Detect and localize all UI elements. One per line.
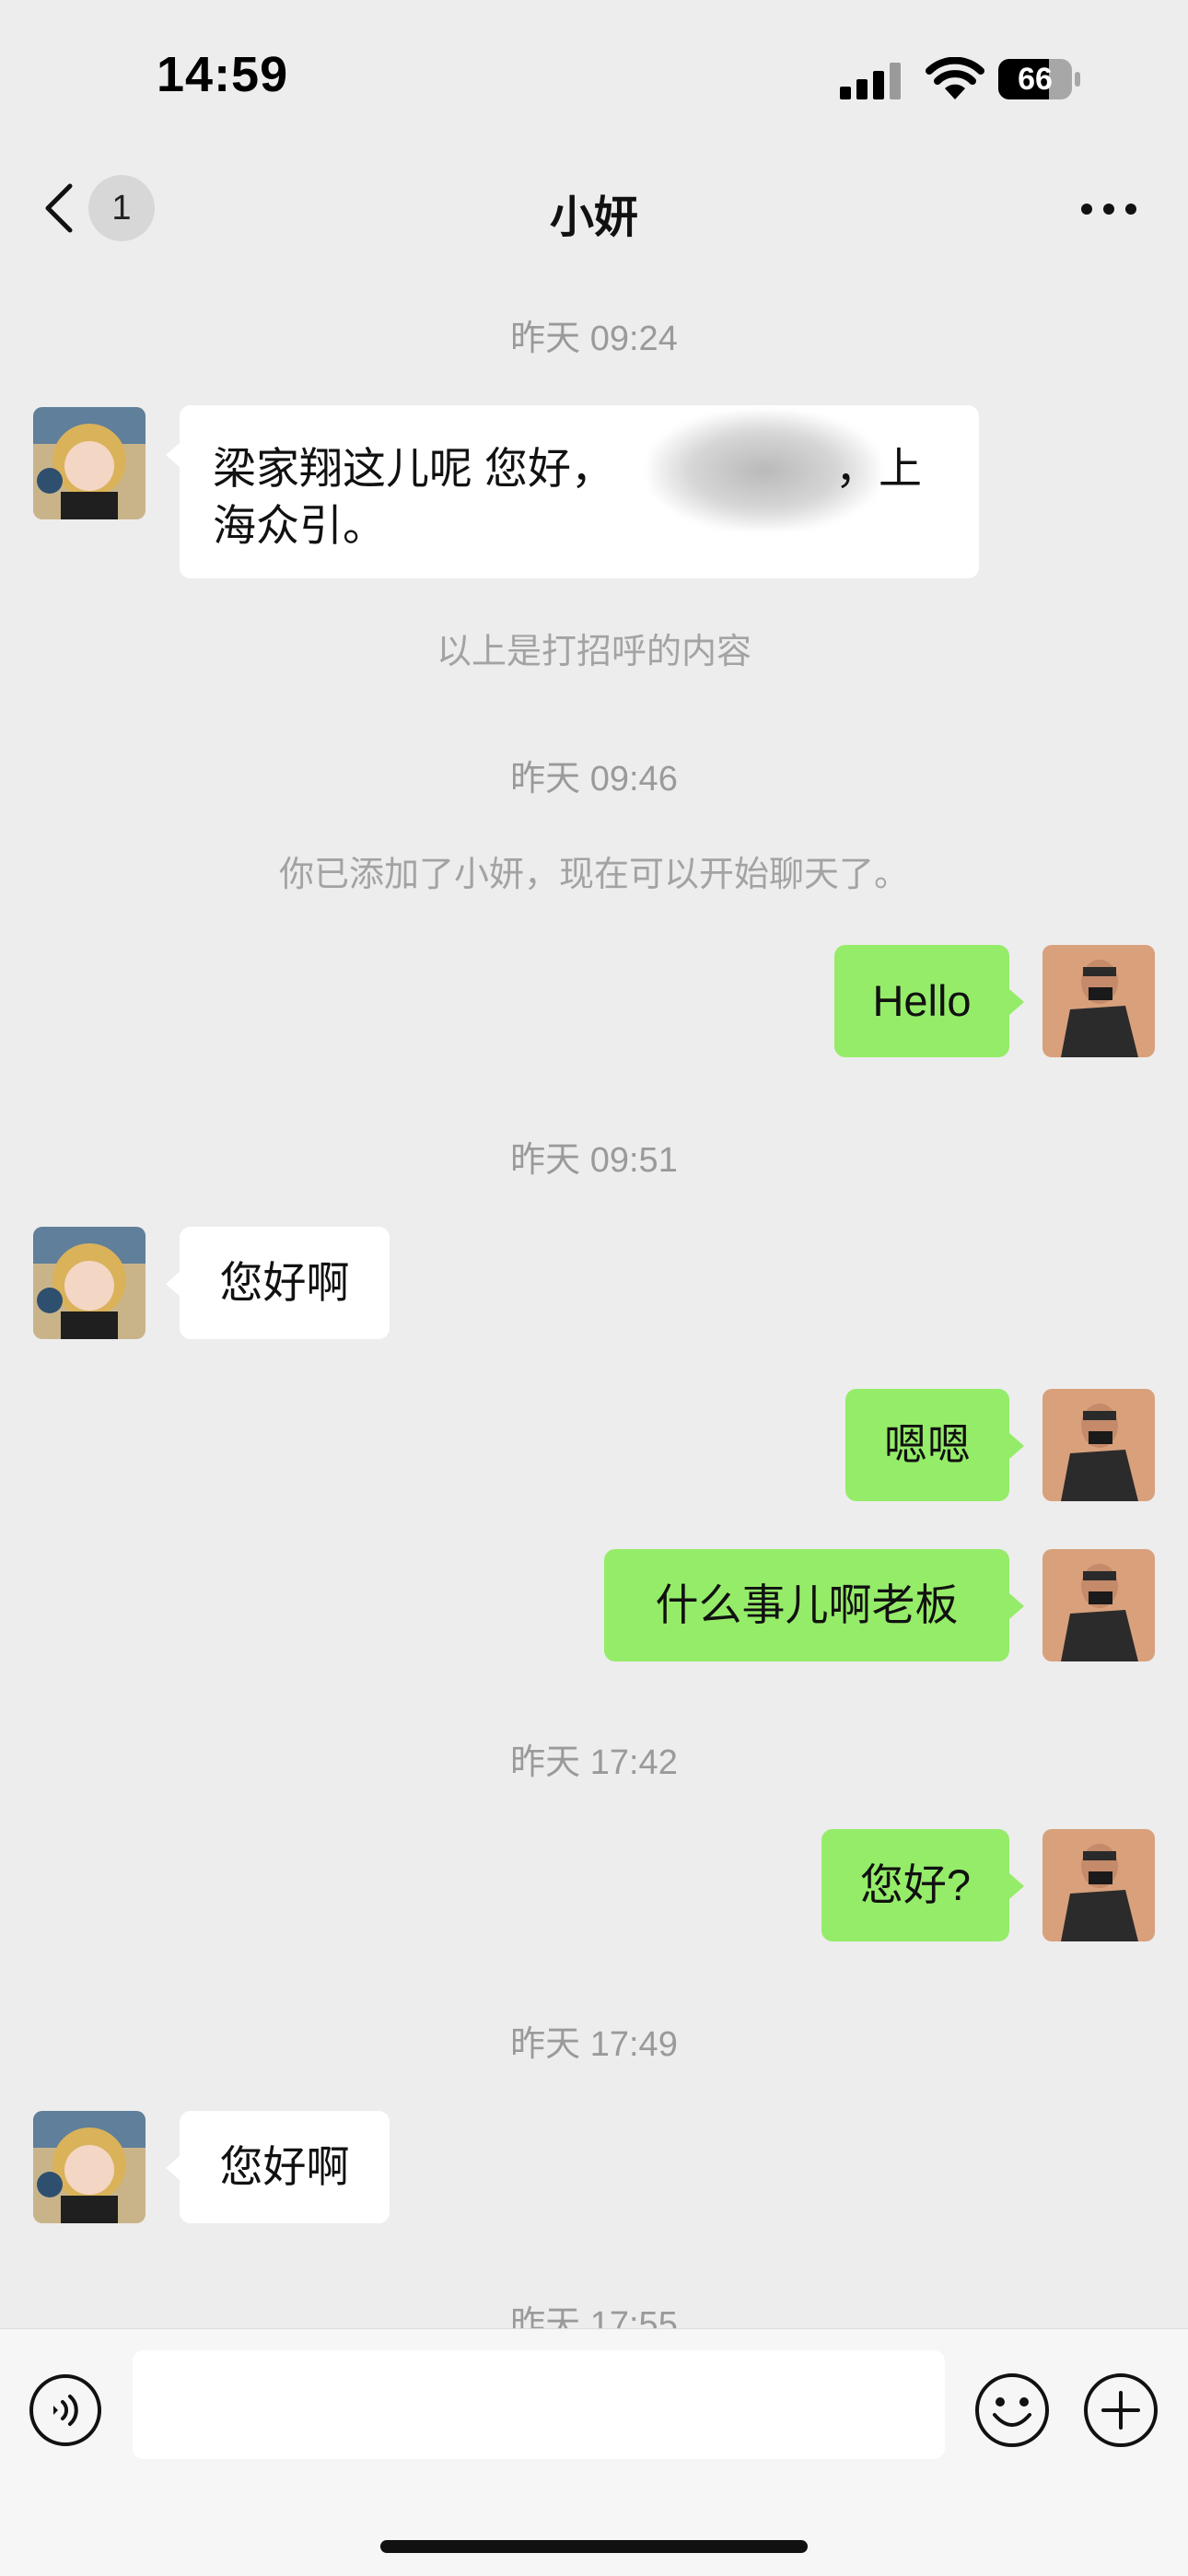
message-text: 海众引。 — [213, 501, 386, 550]
plus-icon[interactable] — [1081, 2371, 1160, 2450]
message-text: 嗯嗯 — [884, 1420, 971, 1469]
chat-title: 小妍 — [549, 193, 638, 242]
emoji-icon[interactable] — [973, 2371, 1052, 2450]
contact-avatar-image — [33, 407, 146, 519]
incoming-message-bubble[interactable]: 您好啊 — [180, 1227, 390, 1339]
my-avatar-image — [1042, 1389, 1155, 1501]
bubble-tail — [166, 1271, 181, 1297]
battery-indicator: 66 — [998, 57, 1081, 101]
bubble-tail — [166, 442, 181, 468]
message-text: 您好? — [859, 1860, 972, 1909]
wifi-icon — [926, 57, 984, 99]
contact-avatar[interactable] — [33, 1227, 146, 1339]
my-avatar[interactable] — [1042, 1389, 1155, 1501]
outgoing-message-bubble[interactable]: 嗯嗯 — [845, 1389, 1009, 1501]
incoming-message-bubble[interactable]: 梁家翔这儿呢 您好， ，上 海众引。 — [180, 405, 979, 578]
outgoing-message-bubble[interactable]: 什么事儿啊老板 — [604, 1549, 1009, 1661]
system-notice: 以上是打招呼的内容 — [436, 633, 751, 671]
message-text: ，上 — [835, 444, 922, 493]
my-avatar[interactable] — [1042, 1549, 1155, 1661]
cellular-signal-icon — [840, 63, 901, 99]
message-text: 梁家翔这儿呢 您好， — [213, 444, 615, 493]
outgoing-message-bubble[interactable]: Hello — [834, 945, 1009, 1057]
home-indicator — [380, 2540, 808, 2553]
bubble-tail — [1009, 1873, 1024, 1899]
chat-messages[interactable]: 昨天 09:24 梁家翔这儿呢 您好， ，上 海众引。 以上是打招呼的内容 昨天… — [0, 276, 1188, 2328]
incoming-message-bubble[interactable]: 您好啊 — [180, 2111, 390, 2223]
contact-avatar-image — [33, 1227, 146, 1339]
contact-avatar[interactable] — [33, 407, 146, 519]
message-text: 您好啊 — [219, 1258, 350, 1307]
contact-avatar[interactable] — [33, 2111, 146, 2223]
my-avatar[interactable] — [1042, 1829, 1155, 1941]
my-avatar-image — [1042, 945, 1155, 1057]
message-text: 您好啊 — [219, 2142, 350, 2191]
timestamp: 昨天 17:42 — [510, 1743, 678, 1782]
message-input[interactable] — [133, 2350, 945, 2459]
contact-avatar-image — [33, 2111, 146, 2223]
my-avatar[interactable] — [1042, 945, 1155, 1057]
message-text: 什么事儿啊老板 — [655, 1580, 959, 1629]
timestamp: 昨天 09:46 — [510, 760, 678, 798]
timestamp: 昨天 09:24 — [510, 320, 678, 358]
system-notice: 你已添加了小妍，现在可以开始聊天了。 — [278, 856, 909, 894]
timestamp: 昨天 17:55 — [510, 2305, 678, 2328]
bubble-tail — [1009, 1433, 1024, 1459]
my-avatar-image — [1042, 1829, 1155, 1941]
ellipsis-icon[interactable] — [1079, 201, 1138, 217]
my-avatar-image — [1042, 1549, 1155, 1661]
status-time: 14:59 — [157, 47, 289, 102]
outgoing-message-bubble[interactable]: 您好? — [821, 1829, 1009, 1941]
timestamp: 昨天 17:49 — [510, 2025, 678, 2064]
bubble-tail — [1009, 1593, 1024, 1619]
voice-icon[interactable] — [28, 2372, 103, 2448]
battery-level: 66 — [1018, 62, 1053, 97]
message-text: Hello — [872, 976, 972, 1025]
timestamp: 昨天 09:51 — [510, 1141, 678, 1180]
bubble-tail — [1009, 989, 1024, 1015]
bubble-tail — [166, 2155, 181, 2181]
